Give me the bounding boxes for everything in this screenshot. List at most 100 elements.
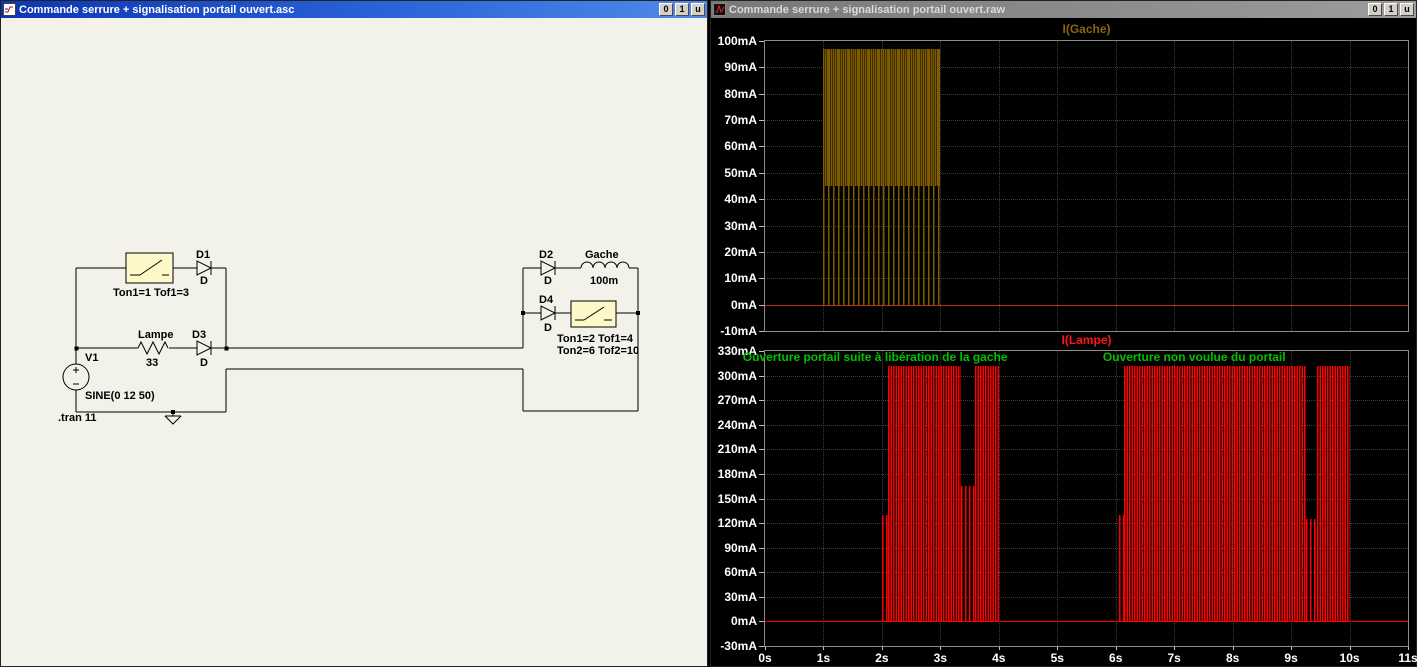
y-tick-mark — [759, 621, 764, 623]
y-tick-mark — [759, 251, 764, 253]
x-tick-label: 1s — [816, 651, 831, 665]
y-tick-label: 90mA — [724, 540, 757, 555]
diode-d2[interactable] — [540, 260, 557, 276]
sw2-params-line2[interactable]: Ton2=6 Tof2=10 — [557, 345, 639, 357]
tran-directive-text[interactable]: .tran 11 — [58, 412, 97, 424]
x-tick-label: 10s — [1339, 651, 1360, 665]
junction-dots — [74, 311, 640, 414]
y-tick-mark — [759, 375, 764, 377]
v1-name-label[interactable]: V1 — [85, 352, 98, 364]
d4-name-label[interactable]: D4 — [539, 294, 554, 306]
schematic-titlebar[interactable]: Commande serrure + signalisation portail… — [1, 1, 707, 18]
zero-line — [765, 304, 1408, 306]
annotation[interactable]: Ouverture portail suite à libération de … — [743, 350, 1008, 364]
x-tick-label: 8s — [1225, 651, 1240, 665]
x-tick-label: 5s — [1050, 651, 1064, 665]
waveform-viewer[interactable]: I(Gache) 100mA 90mA 80mA 70mA 60mA 50mA 40mA 30m… — [711, 18, 1417, 666]
grid-line-horizontal — [765, 424, 1408, 426]
x-tick-mark — [1232, 647, 1234, 650]
waveform-window-title: Commande serrure + signalisation portail… — [729, 3, 1005, 16]
grid-line-horizontal — [765, 375, 1408, 377]
schematic-file-icon — [3, 3, 16, 16]
x-tick-label: 11s — [1398, 651, 1417, 665]
trace-burst — [823, 48, 941, 186]
grid-line-vertical — [1115, 351, 1117, 646]
d4-model-label[interactable]: D — [544, 322, 552, 334]
y-tick-label: 70mA — [724, 113, 757, 128]
y-tick-label: 10mA — [724, 271, 757, 286]
x-tick-label: 4s — [992, 651, 1006, 665]
x-tick-mark — [765, 647, 766, 650]
window-controls: 0 1 u — [1368, 3, 1414, 16]
y-tick-label: 90mA — [724, 60, 757, 75]
trace-burst — [887, 365, 961, 622]
d3-model-label[interactable]: D — [200, 357, 208, 369]
y-tick-mark — [759, 199, 764, 201]
d3-name-label[interactable]: D3 — [192, 329, 206, 341]
y-tick-label: 210mA — [717, 442, 757, 457]
lampe-name-label[interactable]: Lampe — [138, 329, 173, 341]
d2-name-label[interactable]: D2 — [539, 249, 553, 261]
x-tick-label: 2s — [875, 651, 889, 665]
d1-model-label[interactable]: D — [200, 275, 208, 287]
y-tick-label: 80mA — [724, 86, 757, 101]
diode-d4[interactable] — [540, 305, 557, 321]
y-tick-mark — [759, 304, 764, 306]
x-tick-mark — [940, 647, 942, 650]
y-tick-mark — [759, 547, 764, 549]
close-button[interactable]: u — [691, 3, 705, 16]
gache-name-label[interactable]: Gache — [585, 249, 619, 261]
trace-label[interactable]: I(Gache) — [765, 22, 1408, 36]
waveform-file-icon — [713, 3, 726, 16]
v1-value-label[interactable]: SINE(0 12 50) — [85, 390, 155, 402]
minimize-button[interactable]: 0 — [1368, 3, 1382, 16]
y-tick-label: 60mA — [724, 139, 757, 154]
maximize-button[interactable]: 1 — [1384, 3, 1398, 16]
sw1-params-label[interactable]: Ton1=1 Tof1=3 — [113, 287, 189, 299]
grid-line-vertical — [998, 41, 1000, 331]
switch-sw1[interactable] — [125, 252, 174, 284]
x-tick-mark — [1408, 647, 1409, 650]
y-tick-mark — [759, 424, 764, 426]
trace-label[interactable]: I(Lampe) — [765, 333, 1408, 347]
d2-model-label[interactable]: D — [544, 275, 552, 287]
resistor-lampe[interactable] — [137, 340, 169, 356]
y-tick-mark — [759, 331, 764, 332]
y-tick-mark — [759, 146, 764, 148]
waveform-titlebar[interactable]: Commande serrure + signalisation portail… — [711, 1, 1416, 18]
close-button[interactable]: u — [1400, 3, 1414, 16]
schematic-drawing: V1 SINE(0 12 50) .tran 11 Ton1=1 Tof1=3 … — [58, 249, 640, 425]
voltage-source-v1[interactable] — [62, 363, 90, 391]
x-tick-label: 6s — [1109, 651, 1123, 665]
plot-area[interactable]: I(Gache) 100mA 90mA 80mA 70mA 60mA 50mA 40mA 30m… — [711, 18, 1417, 666]
y-tick-mark — [759, 572, 764, 574]
y-tick-label: 150mA — [717, 491, 757, 506]
y-tick-mark — [759, 93, 764, 95]
trace-burst — [1124, 365, 1306, 622]
y-tick-label: 300mA — [717, 368, 757, 383]
switch-sw2[interactable] — [570, 300, 617, 328]
sw2-params-line1[interactable]: Ton1=2 Tof1=4 — [557, 333, 634, 345]
maximize-button[interactable]: 1 — [675, 3, 689, 16]
d1-name-label[interactable]: D1 — [196, 249, 210, 261]
annotation[interactable]: Ouverture non voulue du portail — [1103, 350, 1286, 364]
schematic-window-title: Commande serrure + signalisation portail… — [19, 3, 295, 16]
x-tick-mark — [1349, 647, 1351, 650]
minimize-button[interactable]: 0 — [659, 3, 673, 16]
trace-burst — [1317, 365, 1350, 622]
zero-line — [765, 621, 1408, 623]
inductor-gache[interactable] — [580, 261, 630, 269]
grid-line-vertical — [1349, 351, 1351, 646]
grid-line-vertical — [940, 41, 942, 331]
schematic-canvas[interactable]: V1 SINE(0 12 50) .tran 11 Ton1=1 Tof1=3 … — [1, 18, 707, 666]
grid-line-horizontal — [765, 473, 1408, 475]
diode-d1[interactable] — [196, 260, 213, 276]
diode-d3[interactable] — [196, 340, 213, 356]
trace-burst — [960, 486, 976, 622]
y-tick-label: 270mA — [717, 393, 757, 408]
x-tick-mark — [1115, 647, 1117, 650]
gache-value-label[interactable]: 100m — [590, 275, 618, 287]
y-tick-label: 180mA — [717, 466, 757, 481]
grid-line-vertical — [1232, 41, 1234, 331]
lampe-value-label[interactable]: 33 — [146, 357, 158, 369]
